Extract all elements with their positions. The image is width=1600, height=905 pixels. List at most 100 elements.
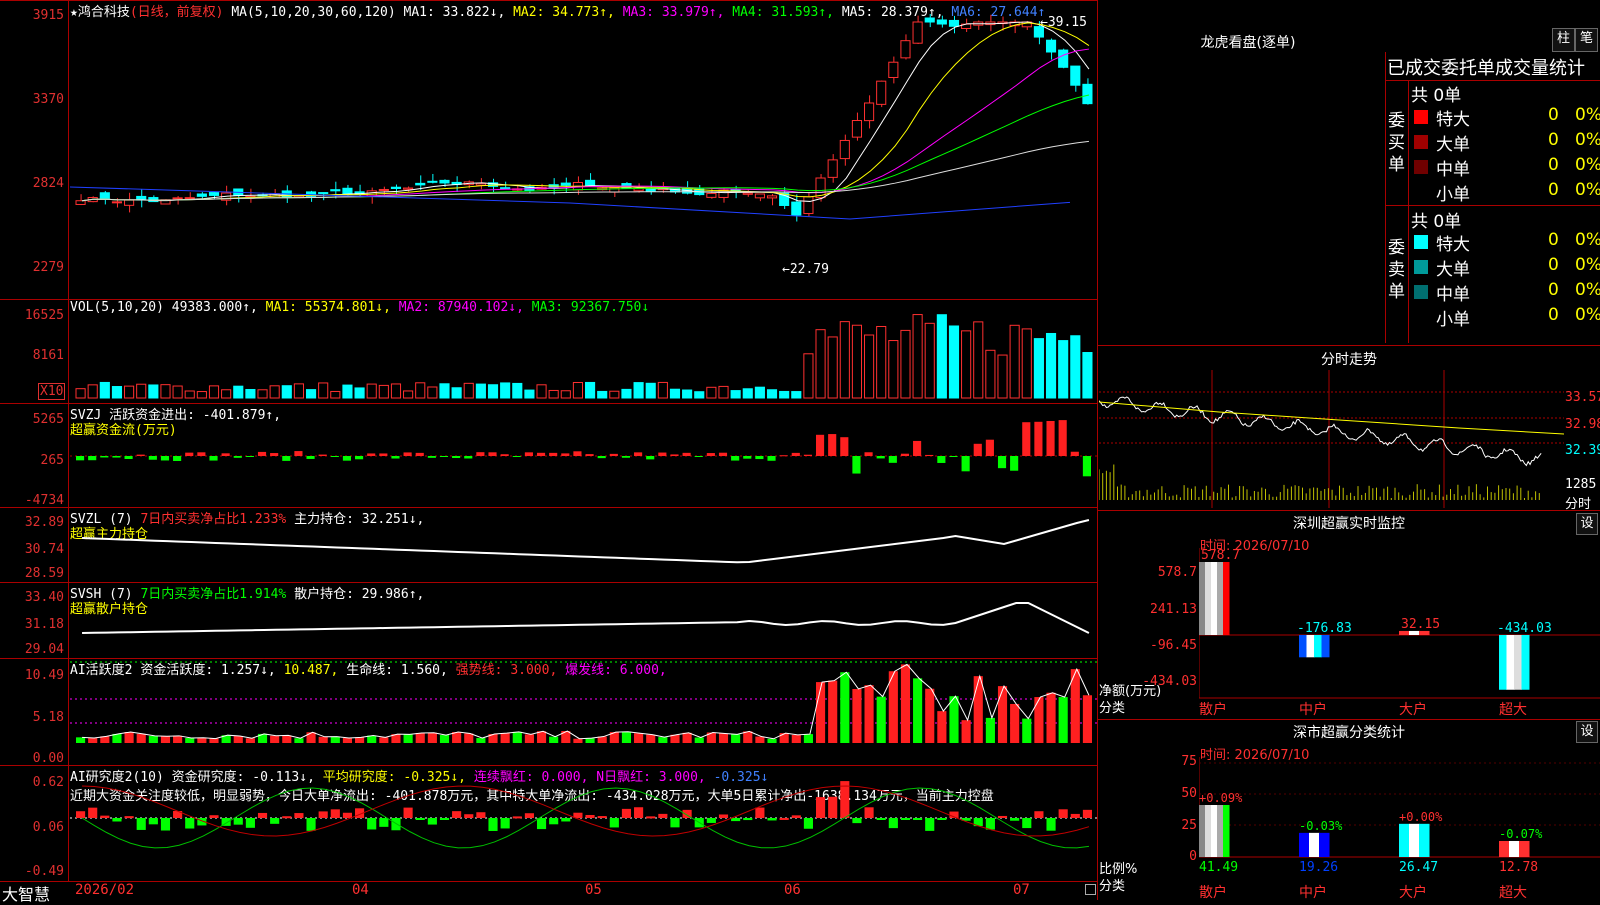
monitor-settings-button[interactable]: 设: [1576, 513, 1598, 535]
main-axis-label: 3915: [32, 8, 64, 23]
volume-bar: [233, 385, 244, 399]
candle: [1070, 65, 1081, 86]
fenshi-axis-label: 32.98: [1565, 417, 1600, 432]
flow-bar: [985, 439, 994, 456]
order-size-label: 大单: [1436, 135, 1470, 155]
volume-bar: [718, 385, 729, 399]
flow-bar: [173, 456, 182, 461]
monitor-chart[interactable]: 578.7 散户 -176.83 中户 32.15 大户 -434.03 超大: [1199, 548, 1600, 718]
candle: [766, 195, 778, 199]
volume-bar: [427, 386, 438, 399]
research-bar: [634, 807, 644, 818]
volume-bar: [184, 390, 195, 399]
activity-bar: [973, 676, 983, 743]
classify-change-label: -0.07%: [1499, 827, 1543, 841]
research-bar: [257, 812, 268, 818]
fenshi-vol-label: 1285: [1565, 477, 1597, 492]
ai-act-chart[interactable]: [70, 659, 1097, 765]
volume-bar: [536, 384, 547, 399]
bar-segment: [1319, 832, 1330, 857]
candle: [500, 187, 511, 190]
candle: [1058, 49, 1069, 68]
flow-bar: [488, 452, 497, 456]
classify-axis-label: 25: [1181, 818, 1197, 833]
research-bar: [815, 797, 826, 818]
classify-bar: [1199, 804, 1230, 857]
lock-icon[interactable]: [1085, 884, 1096, 895]
volume-bar: [354, 387, 365, 399]
svzj-chart[interactable]: [70, 404, 1097, 507]
ai-res-axis-label: -0.49: [24, 864, 64, 879]
volume-bar: [815, 329, 826, 399]
bar-segment: [1299, 635, 1307, 658]
bar-segment: [1509, 840, 1520, 857]
classify-chart[interactable]: +0.09% 41.49 散户 -0.03% 19.26 中户 +0.00% 26.47 大户 -…: [1199, 757, 1600, 900]
research-bar: [561, 818, 571, 822]
flow-bar: [124, 456, 133, 459]
ai-res-chart[interactable]: [70, 766, 1097, 881]
flow-bar: [864, 452, 873, 456]
research-bar: [452, 811, 462, 818]
flow-bar: [245, 456, 254, 457]
classify-category-label: 散户: [1199, 884, 1227, 900]
volume-bar: [597, 390, 608, 399]
flow-bar: [634, 452, 643, 456]
flow-bar: [815, 434, 825, 456]
research-bar: [330, 809, 340, 818]
lhb-tabs[interactable]: 已成交委托单成交量统计: [1387, 54, 1585, 80]
flow-bar: [658, 452, 667, 456]
candle: [839, 139, 850, 160]
order-percent: 0%: [1575, 105, 1600, 125]
tick-view-button[interactable]: 笔: [1575, 28, 1598, 52]
candle: [439, 179, 450, 184]
candle: [888, 61, 899, 78]
ai-act-axis-label: 0.00: [32, 751, 64, 766]
volume-bar: [572, 382, 584, 399]
svsh-chart[interactable]: [70, 583, 1097, 658]
order-percent: 0%: [1575, 130, 1600, 150]
classify-change-label: +0.00%: [1399, 810, 1443, 824]
candle: [390, 186, 402, 189]
volume-bar: [208, 385, 220, 399]
volume-bar: [1058, 340, 1069, 399]
order-count: 0: [1548, 130, 1559, 150]
volume-bar: [1033, 338, 1044, 399]
order-percent: 0%: [1575, 230, 1600, 250]
classify-value-label: 41.49: [1199, 860, 1238, 875]
flow-bar: [160, 456, 170, 461]
volume-bar: [803, 353, 814, 399]
ai-res-axis-label: 0.06: [32, 820, 64, 835]
vol-chart[interactable]: [70, 300, 1097, 403]
svzl-chart[interactable]: [70, 508, 1097, 582]
research-bar: [731, 818, 741, 822]
x-date-label: 07: [1013, 882, 1030, 898]
candle: [851, 119, 863, 138]
activity-bar: [536, 731, 547, 743]
activity-bar: [209, 738, 219, 743]
vol-unit-badge[interactable]: X10: [38, 383, 66, 400]
candle: [754, 193, 765, 199]
monitor-category-label: 大户: [1399, 701, 1427, 718]
volume-bar: [657, 381, 668, 399]
classify-settings-button[interactable]: 设: [1576, 721, 1598, 743]
volume-bar: [378, 384, 389, 399]
flow-bar: [718, 452, 728, 456]
main-candle-chart[interactable]: [70, 14, 1097, 298]
volume-bar: [439, 383, 450, 399]
research-bar: [864, 807, 874, 818]
bar-segment: [1321, 635, 1330, 658]
flow-bar: [439, 456, 449, 457]
flow-bar: [925, 454, 934, 456]
candle: [876, 80, 887, 105]
classify-category-label: 超大: [1499, 885, 1527, 900]
research-bar: [76, 811, 86, 818]
svzl-axis-label: 28.59: [24, 566, 64, 581]
research-bar: [549, 818, 559, 825]
volume-bar: [451, 387, 462, 399]
bar-view-button[interactable]: 柱: [1552, 28, 1575, 52]
bar-segment: [1205, 804, 1212, 857]
volume-bar: [1082, 352, 1093, 399]
volume-bar: [791, 391, 802, 399]
candle: [1082, 83, 1093, 105]
fenshi-chart[interactable]: [1099, 370, 1564, 508]
